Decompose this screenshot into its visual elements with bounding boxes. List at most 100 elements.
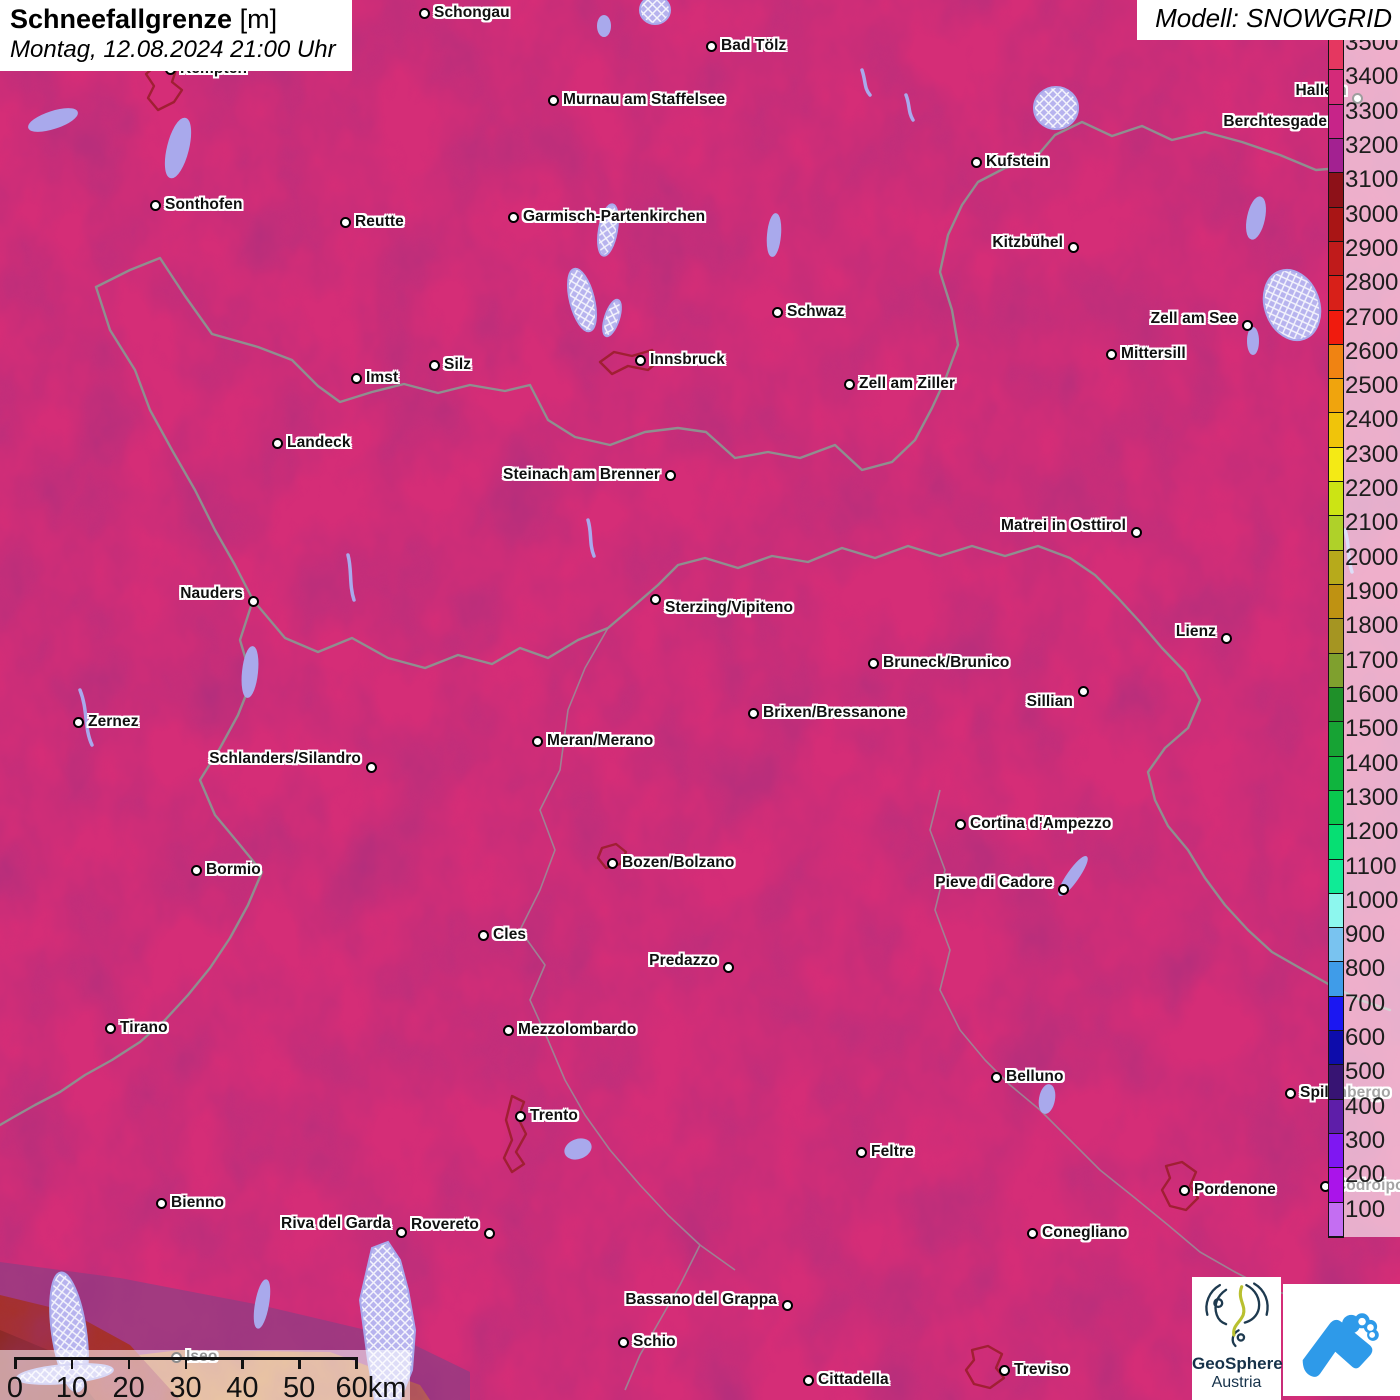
city-marker	[771, 306, 783, 318]
city-marker	[1105, 348, 1117, 360]
colorbar-segment	[1329, 585, 1343, 620]
city-label: Bienno	[171, 1194, 225, 1211]
colorbar-segment	[1329, 1202, 1343, 1237]
scalebar-number: 60km	[335, 1372, 407, 1400]
city-marker	[502, 1024, 514, 1036]
city-marker	[634, 354, 646, 366]
city-marker	[1130, 526, 1142, 538]
city-marker	[547, 94, 559, 106]
city-label: Schwaz	[787, 303, 845, 320]
city-marker	[705, 40, 717, 52]
colorbar-value: 500	[1345, 1058, 1386, 1086]
city-label: Feltre	[871, 1143, 914, 1160]
colorbar-segment	[1329, 516, 1343, 551]
colorbar-segment	[1329, 653, 1343, 688]
city-marker	[531, 735, 543, 747]
city-label: Schlanders/Silandro	[209, 750, 361, 767]
city-label: Matrei in Osttirol	[1001, 517, 1126, 534]
colorbar-segment	[1329, 962, 1343, 997]
city-label: Sonthofen	[165, 196, 243, 213]
colorbar-segment	[1329, 379, 1343, 414]
city-label: Mezzolombardo	[518, 1021, 637, 1038]
city-marker	[72, 716, 84, 728]
colorbar-value: 2000	[1345, 543, 1399, 571]
city-label: Mittersill	[1121, 345, 1186, 362]
colorbar	[1328, 35, 1344, 1238]
colorbar-segment	[1329, 138, 1343, 174]
scalebar-tick	[14, 1357, 17, 1369]
city-marker	[1026, 1227, 1038, 1239]
scalebar-tick	[184, 1357, 187, 1369]
city-label: Pieve di Cadore	[935, 874, 1053, 891]
colorbar-value: 2400	[1345, 406, 1399, 434]
city-marker	[155, 1197, 167, 1209]
scalebar-tick	[70, 1357, 74, 1369]
city-label: Riva del Garda	[281, 1215, 391, 1232]
scalebar-number: 10	[55, 1372, 88, 1400]
city-marker	[477, 929, 489, 941]
colorbar-value: 100	[1345, 1195, 1386, 1223]
city-label: Bad Tölz	[721, 37, 787, 54]
city-label: Meran/Merano	[547, 732, 654, 749]
city-label: Bruneck/Brunico	[883, 654, 1010, 671]
city-marker	[664, 469, 676, 481]
city-label: Treviso	[1014, 1361, 1069, 1378]
colorbar-value: 3300	[1345, 97, 1399, 125]
colorbar-segment	[1329, 482, 1343, 517]
colorbar-value: 2500	[1345, 372, 1399, 400]
city-label: Brixen/Bressanone	[763, 704, 906, 721]
colorbar-value: 1100	[1345, 852, 1397, 880]
city-marker	[855, 1146, 867, 1158]
colorbar-segment	[1329, 173, 1343, 208]
colorbar-segment	[1329, 447, 1343, 483]
scalebar-number: 20	[112, 1372, 145, 1400]
colorbar-value: 600	[1345, 1024, 1386, 1052]
city-label: Nauders	[180, 585, 243, 602]
city-label: Lienz	[1175, 623, 1216, 640]
city-label: Predazzo	[649, 952, 718, 969]
city-marker	[1178, 1184, 1190, 1196]
city-label: Belluno	[1006, 1068, 1064, 1085]
colorbar-segment	[1329, 825, 1343, 860]
city-marker	[1284, 1087, 1296, 1099]
city-label: Trento	[530, 1107, 578, 1124]
city-label: Steinach am Brenner	[503, 466, 660, 483]
colorbar-segment	[1329, 241, 1343, 277]
colorbar-value: 2600	[1345, 337, 1399, 365]
city-label: Kitzbühel	[992, 234, 1063, 251]
city-label: Rovereto	[411, 1216, 479, 1233]
city-label: Zernez	[88, 713, 139, 730]
city-marker	[418, 7, 430, 19]
colorbar-value: 800	[1345, 955, 1386, 983]
colorbar-segment	[1329, 619, 1343, 654]
city-label: Zell am See	[1150, 310, 1237, 327]
colorbar-value: 3200	[1345, 131, 1399, 159]
colorbar-value: 900	[1345, 921, 1386, 949]
colorbar-segment	[1329, 276, 1343, 311]
city-label: Landeck	[287, 434, 351, 451]
colorbar-value: 1600	[1345, 680, 1399, 708]
city-marker	[514, 1110, 526, 1122]
colorbar-value: 2900	[1345, 234, 1399, 262]
city-marker	[104, 1022, 116, 1034]
city-marker	[990, 1071, 1002, 1083]
model-label: Modell: SNOWGRID	[1137, 0, 1400, 40]
colorbar-segment	[1329, 104, 1343, 139]
city-marker	[802, 1374, 814, 1386]
city-marker	[483, 1227, 495, 1239]
city-label: Schongau	[434, 4, 510, 21]
city-marker	[843, 378, 855, 390]
colorbar-segment	[1329, 893, 1343, 929]
colorbar-value: 1400	[1345, 749, 1399, 777]
colorbar-value: 700	[1345, 989, 1386, 1017]
colorbar-value: 1700	[1345, 646, 1399, 674]
city-marker	[722, 961, 734, 973]
city-marker	[1057, 883, 1069, 895]
city-marker	[428, 359, 440, 371]
city-marker	[149, 199, 161, 211]
city-label: Murnau am Staffelsee	[563, 91, 726, 108]
colorbar-segment	[1329, 790, 1343, 826]
city-marker	[395, 1226, 407, 1238]
city-layer: SchongauBad TölzKemptenMurnau am Staffel…	[0, 0, 1400, 1400]
city-marker	[954, 818, 966, 830]
